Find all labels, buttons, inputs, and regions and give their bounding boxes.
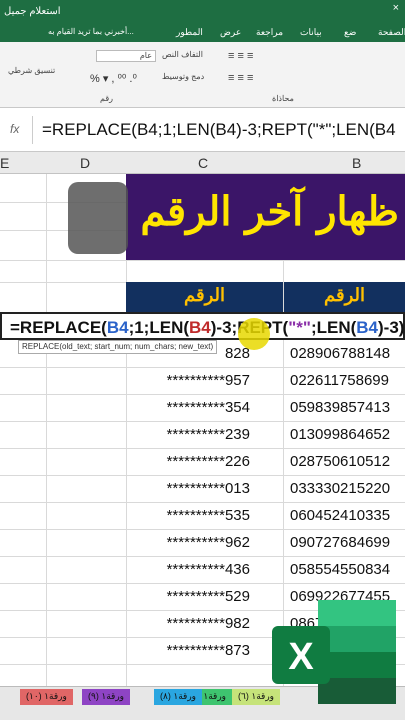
mouse-highlight	[238, 318, 270, 350]
close-icon[interactable]: ×	[393, 2, 399, 14]
cell-b[interactable]: 090727684699	[290, 529, 405, 556]
sheet-tab[interactable]: ورقة١ (٨)	[154, 689, 203, 705]
cell-b[interactable]: 028906788148	[290, 340, 405, 367]
cell-edit-box[interactable]: =REPLACE(B4;1;LEN(B4)-3;REPT("*";LEN(B4)…	[0, 312, 405, 340]
cell-b[interactable]: 022611758699	[290, 367, 405, 394]
cell-b[interactable]: 058554550834	[290, 556, 405, 583]
fn-len: ;1;LEN(	[128, 318, 190, 337]
tab-data[interactable]: بيانات	[300, 27, 322, 38]
column-header-c[interactable]: C	[198, 155, 208, 171]
cell-c[interactable]: **********013	[126, 475, 282, 502]
fn-replace: =REPLACE(	[10, 318, 107, 337]
cell-c[interactable]: **********226	[126, 448, 282, 475]
cell-c[interactable]: **********436	[126, 556, 282, 583]
formula-separator	[32, 116, 33, 144]
cell-c[interactable]: **********529	[126, 583, 282, 610]
cell-c[interactable]: **********957	[126, 367, 282, 394]
window-title: استعلام جميل	[4, 6, 61, 17]
group-alignment-label: محاذاة	[272, 94, 294, 103]
merge-center-button[interactable]: دمج وتوسيط	[162, 72, 204, 81]
ribbon-tabs: الصفحة ضع بيانات مراجعة عرض المطور أخبرن…	[0, 24, 405, 42]
cell-c[interactable]: **********962	[126, 529, 282, 556]
sheet-tab[interactable]: ورقة١ (١٠)	[20, 689, 73, 705]
alignment-icons[interactable]: ≡ ≡ ≡	[228, 50, 253, 62]
group-number-label: رقم	[100, 94, 114, 103]
ref-b4: B4	[189, 318, 211, 337]
star-literal: "*"	[288, 318, 311, 337]
function-tooltip: REPLACE(old_text; start_num; num_chars; …	[18, 340, 218, 354]
number-format-value: عام	[139, 51, 152, 60]
cell-b[interactable]: 059839857413	[290, 394, 405, 421]
edit-formula[interactable]: =REPLACE(B4;1;LEN(B4)-3;REPT("*";LEN(B4)…	[10, 318, 405, 338]
column-header-d[interactable]: D	[80, 155, 90, 171]
tab-review[interactable]: مراجعة	[256, 27, 283, 38]
ribbon: عام % ▾ , ⁰⁰ .⁰ التفاف النص دمج وتوسيط ≡…	[0, 42, 405, 108]
row-gridline	[0, 260, 405, 261]
align-icons-row2[interactable]: ≡ ≡ ≡	[228, 72, 253, 84]
header-cell-b[interactable]: الرقم	[284, 282, 405, 312]
formula-input[interactable]: =REPLACE(B4;1;LEN(B4)-3;REPT("*";LEN(B4	[42, 120, 396, 140]
fn-len: ;LEN(	[310, 318, 357, 337]
banner-title: ظهار آخر الرقم	[140, 188, 399, 235]
cell-c[interactable]: **********239	[126, 421, 282, 448]
header-cell-c[interactable]: الرقم	[126, 282, 283, 312]
cell-b[interactable]: 033330215220	[290, 475, 405, 502]
ref-b4: B4	[106, 318, 129, 337]
logo-letter: X	[288, 636, 314, 678]
currency-percent-icons[interactable]: % ▾ , ⁰⁰ .⁰	[90, 72, 137, 85]
blurred-shape	[68, 182, 128, 254]
cell-b[interactable]: 028750610512	[290, 448, 405, 475]
tab-insert[interactable]: ضع	[344, 27, 356, 38]
number-format-select[interactable]: عام	[96, 50, 156, 62]
column-headers: E D C B	[0, 152, 405, 174]
cell-b[interactable]: 013099864652	[290, 421, 405, 448]
tab-home[interactable]: الصفحة	[378, 27, 405, 38]
tab-developer[interactable]: المطور	[176, 27, 203, 38]
cell-c[interactable]: **********535	[126, 502, 282, 529]
cell-c[interactable]: **********354	[126, 394, 282, 421]
fx-icon[interactable]: fx	[10, 122, 19, 136]
excel-window: × استعلام جميل الصفحة ضع بيانات مراجعة ع…	[0, 0, 405, 720]
sheet-tab[interactable]: ورقة١ (٩)	[82, 689, 131, 705]
excel-logo-icon: X	[272, 600, 396, 704]
wrap-text-button[interactable]: التفاف النص	[162, 50, 203, 59]
title-banner: ظهار آخر الرقم	[126, 174, 405, 260]
formula-tail: )-3))	[378, 318, 405, 337]
tell-me-box[interactable]: أخبرني بما تريد القيام به...	[48, 27, 134, 36]
cell-c[interactable]: **********873	[126, 637, 282, 664]
cell-b[interactable]: 060452410335	[290, 502, 405, 529]
formula-bar: fx =REPLACE(B4;1;LEN(B4)-3;REPT("*";LEN(…	[0, 108, 405, 152]
ref-b4: B4	[356, 318, 379, 337]
column-header-e[interactable]: E	[0, 155, 9, 171]
tab-view[interactable]: عرض	[220, 27, 241, 38]
column-header-b[interactable]: B	[352, 155, 361, 171]
title-bar: × استعلام جميل	[0, 0, 405, 24]
conditional-format-button[interactable]: تنسيق شرطي	[8, 66, 55, 75]
cell-c[interactable]: **********982	[126, 610, 282, 637]
